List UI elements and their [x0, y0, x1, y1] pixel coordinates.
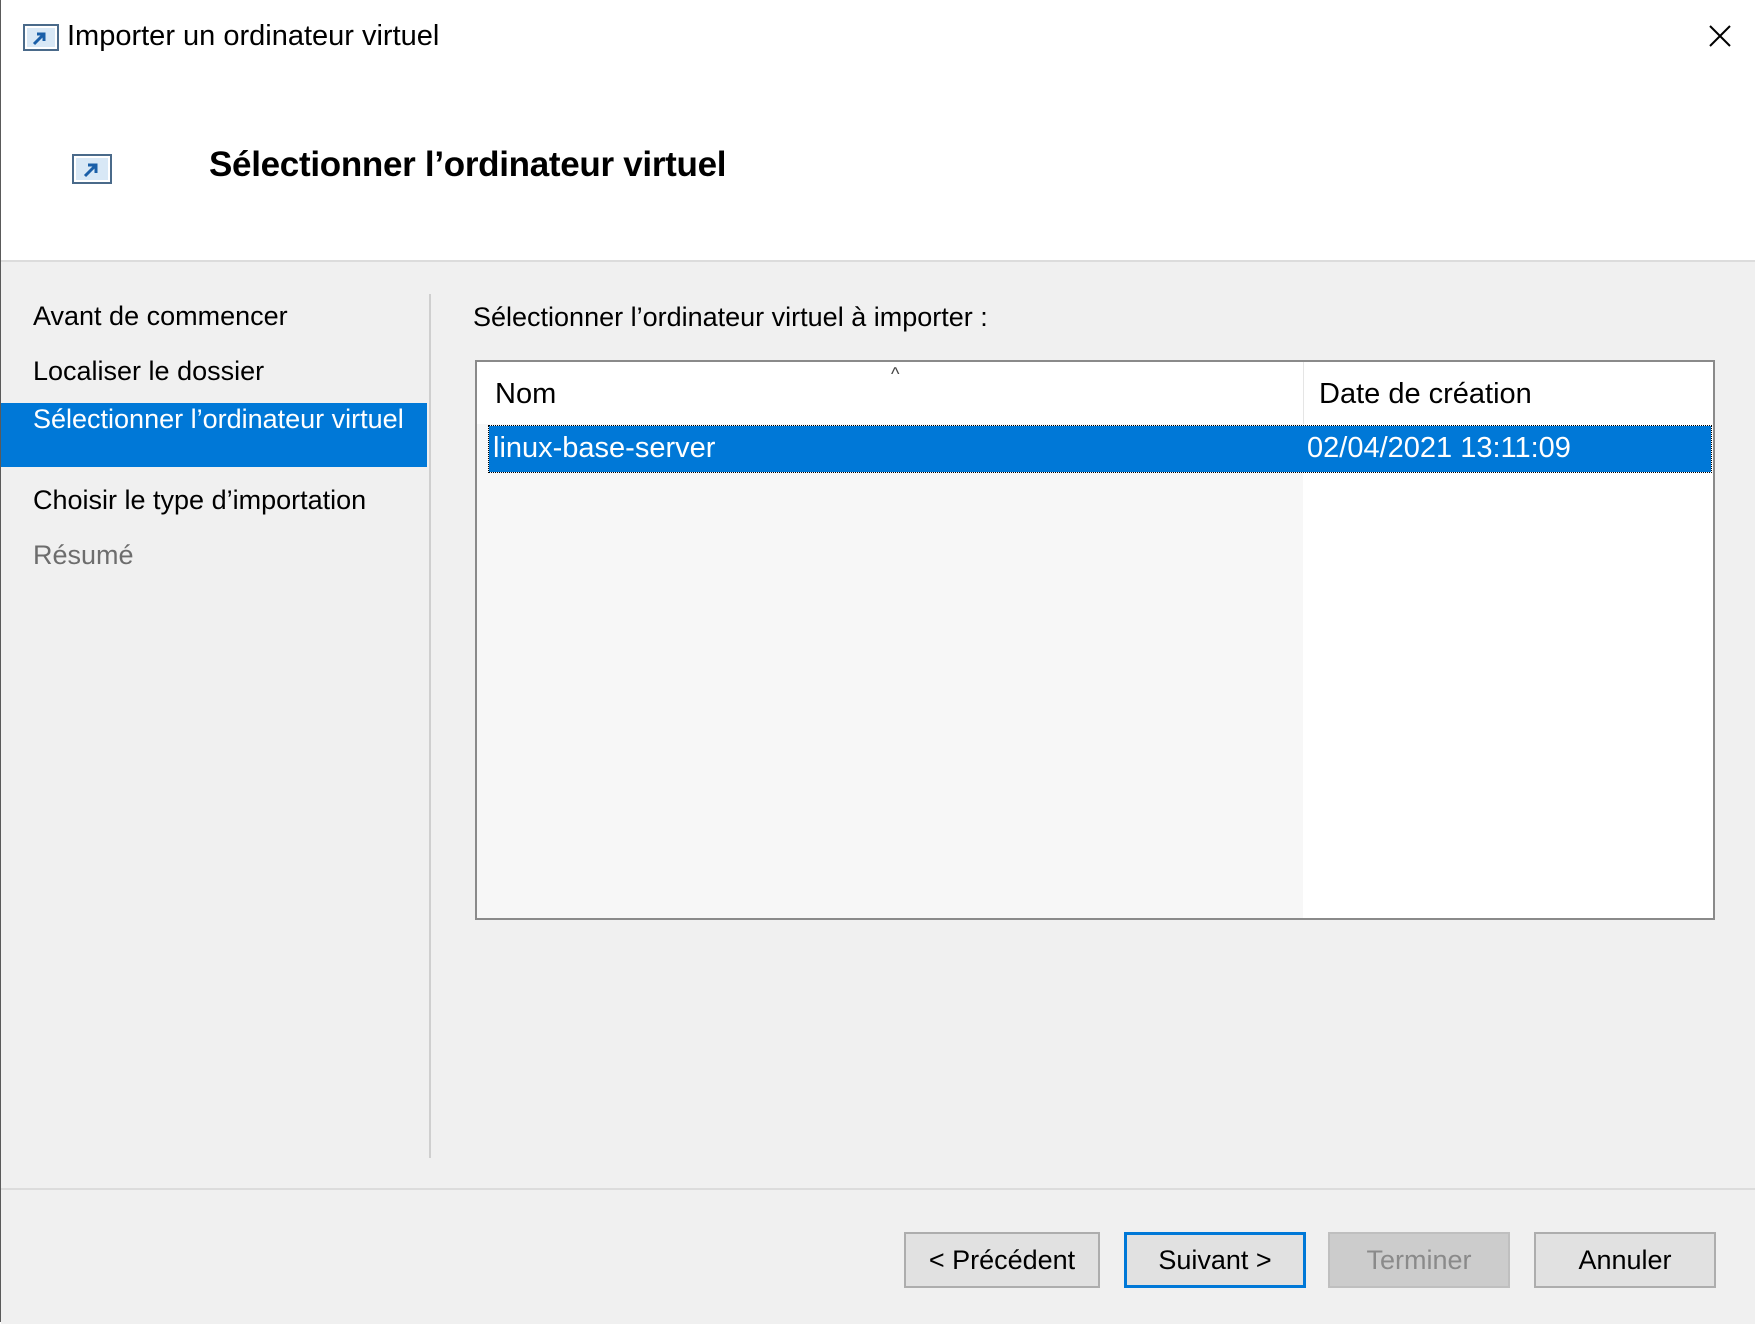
column-header-date[interactable]: Date de création: [1319, 378, 1532, 411]
vm-name-cell: linux-base-server: [493, 432, 716, 464]
wizard-footer: < Précédent Suivant > Terminer Annuler: [1, 1188, 1755, 1324]
page-title: Sélectionner l’ordinateur virtuel: [209, 145, 727, 184]
title-bar: Importer un ordinateur virtuel: [1, 0, 1755, 76]
vm-list[interactable]: ^ Nom Date de création linux-base-server…: [475, 360, 1715, 920]
wizard-header: Sélectionner l’ordinateur virtuel: [1, 76, 1755, 262]
previous-button[interactable]: < Précédent: [904, 1232, 1100, 1288]
close-icon: [1709, 25, 1731, 47]
import-icon: [72, 154, 112, 184]
nav-divider: [429, 294, 431, 1158]
step-locate-folder[interactable]: Localiser le dossier: [1, 355, 427, 387]
step-import-type[interactable]: Choisir le type d’importation: [1, 484, 427, 516]
column-header-name[interactable]: Nom: [495, 378, 556, 411]
list-item[interactable]: linux-base-server 02/04/2021 13:11:09: [488, 425, 1712, 473]
main-panel: Sélectionner l’ordinateur virtuel à impo…: [473, 262, 1755, 1162]
wizard-steps: Avant de commencer Localiser le dossier …: [1, 262, 429, 1162]
import-vm-dialog: Importer un ordinateur virtuel Sélection…: [0, 0, 1755, 1324]
step-before-you-begin[interactable]: Avant de commencer: [1, 300, 427, 332]
step-summary: Résumé: [33, 540, 134, 570]
vm-date-cell: 02/04/2021 13:11:09: [1307, 432, 1571, 464]
wizard-body: Avant de commencer Localiser le dossier …: [1, 262, 1755, 1188]
next-button[interactable]: Suivant >: [1124, 1232, 1306, 1288]
list-header: ^ Nom Date de création: [477, 362, 1713, 424]
cancel-button[interactable]: Annuler: [1534, 1232, 1716, 1288]
step-select-vm[interactable]: Sélectionner l’ordinateur virtuel: [1, 403, 427, 467]
finish-button: Terminer: [1328, 1232, 1510, 1288]
window-title: Importer un ordinateur virtuel: [67, 20, 440, 52]
column-divider[interactable]: [1303, 362, 1304, 424]
close-button[interactable]: [1685, 0, 1755, 72]
list-label: Sélectionner l’ordinateur virtuel à impo…: [473, 302, 988, 332]
sort-ascending-icon: ^: [891, 364, 900, 384]
import-icon: [23, 24, 59, 51]
